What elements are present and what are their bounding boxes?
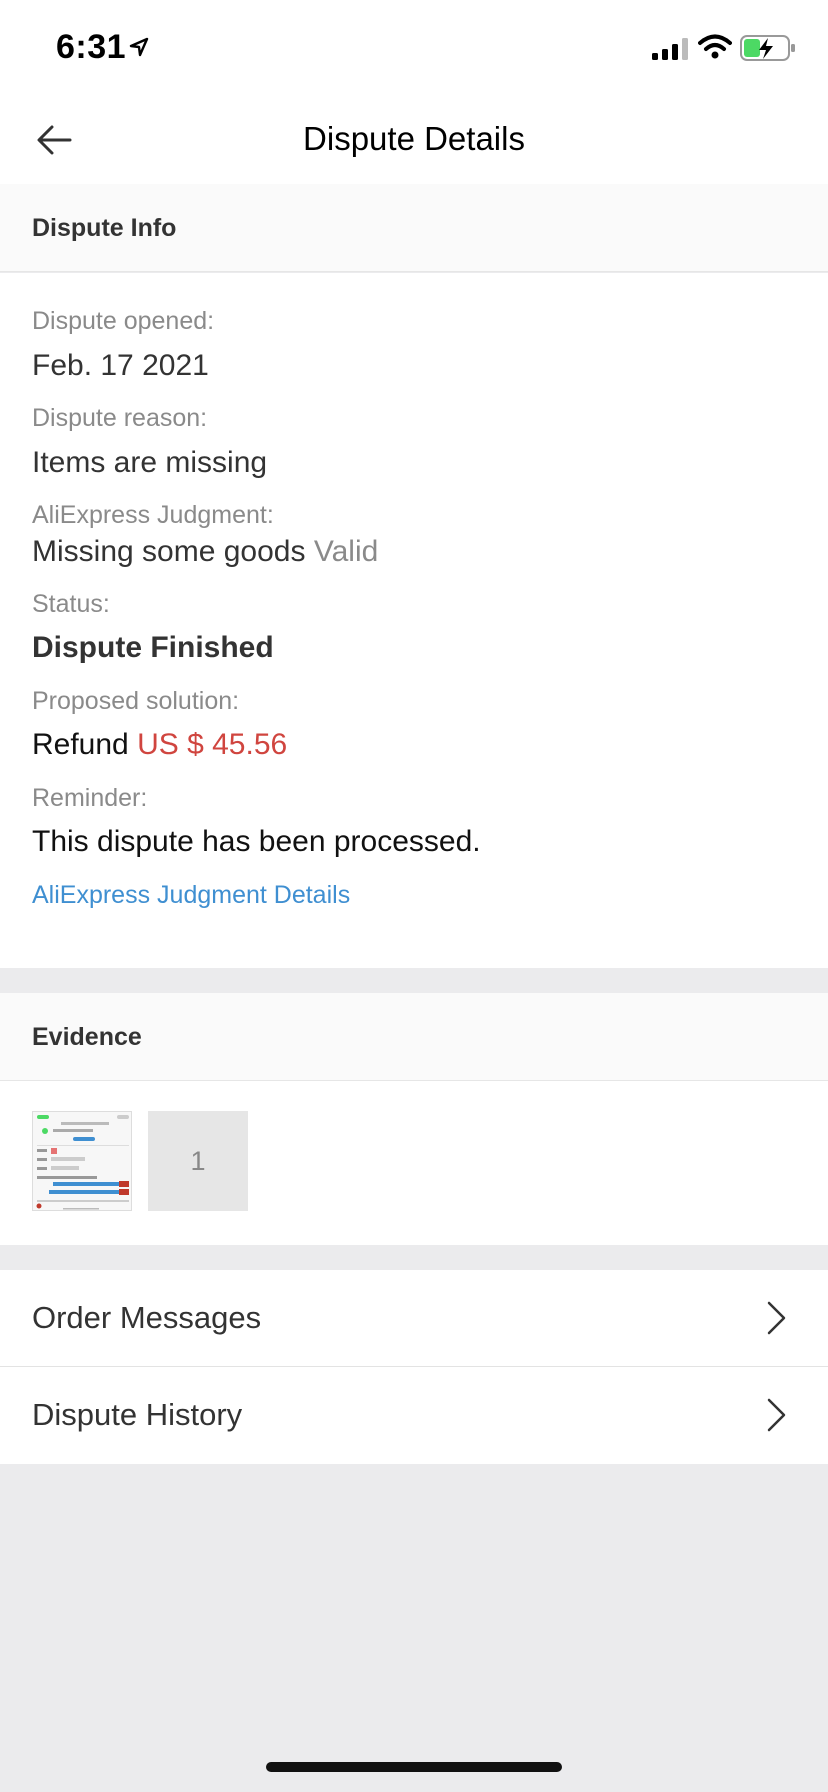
chevron-right-icon [767, 1398, 786, 1432]
judgment-text: Missing some goods [32, 535, 306, 568]
reminder-value: This dispute has been processed. [32, 825, 481, 858]
dispute-opened-value: Feb. 17 2021 [32, 349, 209, 382]
location-arrow-icon [129, 37, 149, 57]
dispute-info-panel: Dispute opened: Feb. 17 2021 Dispute rea… [0, 273, 828, 968]
dispute-reason-value: Items are missing [32, 446, 268, 479]
order-messages-label: Order Messages [32, 1300, 262, 1335]
evidence-more-count[interactable]: 1 [148, 1111, 248, 1211]
wifi-icon [698, 34, 732, 59]
evidence-panel: 1 [0, 1081, 828, 1245]
dispute-info-header: Dispute Info [0, 184, 828, 272]
cellular-signal-icon [652, 38, 688, 60]
battery-charging-icon [740, 35, 795, 61]
dispute-opened-label: Dispute opened: [32, 307, 215, 335]
screenshot-thumbnail-icon [33, 1112, 131, 1210]
nav-bar: Dispute Details [0, 96, 828, 184]
judgment-verdict: Valid [313, 535, 379, 568]
chevron-right-icon [767, 1301, 786, 1335]
dispute-reason-label: Dispute reason: [32, 404, 208, 432]
page-title: Dispute Details [303, 120, 525, 157]
dispute-history-label: Dispute History [32, 1397, 243, 1432]
status-time: 6:31 [56, 28, 127, 66]
evidence-thumbnail[interactable] [32, 1111, 132, 1211]
solution-value: Refund US $ 45.56 [32, 728, 287, 762]
refund-amount: US $ 45.56 [137, 728, 288, 761]
order-messages-row[interactable]: Order Messages [0, 1270, 828, 1367]
dispute-info-title: Dispute Info [32, 214, 177, 242]
home-indicator [266, 1762, 562, 1772]
reminder-label: Reminder: [32, 784, 148, 812]
solution-label: Proposed solution: [32, 687, 240, 715]
evidence-title: Evidence [32, 1023, 142, 1051]
dispute-history-row[interactable]: Dispute History [0, 1367, 828, 1464]
status-label: Status: [32, 590, 110, 618]
judgment-value: Missing some goods Valid [32, 535, 378, 569]
evidence-header: Evidence [0, 993, 828, 1081]
status-bar: 6:31 [0, 0, 828, 96]
solution-prefix: Refund [32, 728, 129, 761]
judgment-details-link[interactable]: AliExpress Judgment Details [32, 881, 350, 910]
status-value: Dispute Finished [32, 631, 274, 664]
judgment-label: AliExpress Judgment: [32, 501, 274, 529]
